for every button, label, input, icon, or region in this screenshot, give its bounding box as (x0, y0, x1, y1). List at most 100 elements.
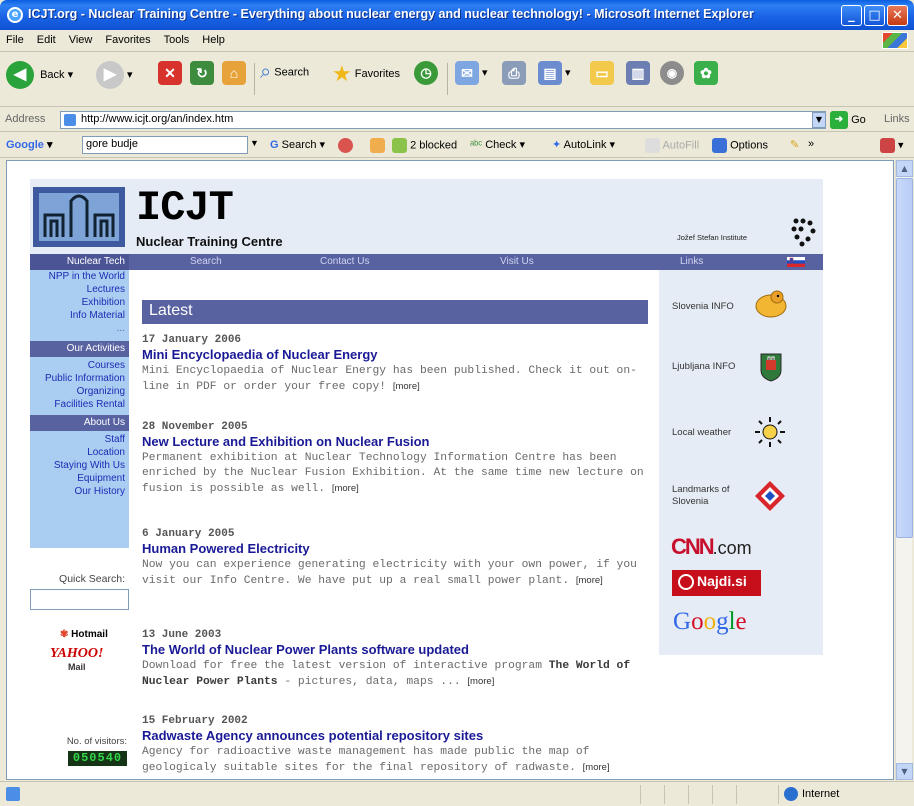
more-link[interactable]: [more] (583, 762, 610, 773)
sidebar-item-npp-world[interactable]: NPP in the World (49, 271, 125, 282)
scroll-thumb[interactable] (896, 178, 913, 538)
menu-view[interactable]: View (63, 30, 100, 46)
msn-butterfly-icon: ✾ (60, 629, 69, 640)
title-bar[interactable]: e ICJT.org - Nuclear Training Centre - E… (0, 0, 914, 30)
minimize-button[interactable]: _ (841, 5, 862, 26)
messenger-button[interactable]: ◉ (660, 61, 684, 99)
cnn-link[interactable]: CNN.com (671, 534, 752, 560)
menu-edit[interactable]: Edit (31, 30, 63, 46)
landmarks-icon[interactable] (754, 480, 786, 512)
hotmail-link[interactable]: ✾ Hotmail (60, 629, 108, 640)
options-button[interactable]: Options (712, 138, 768, 153)
folder-button[interactable]: ▭ (590, 61, 614, 99)
google-toolbar-menu[interactable]: Google ▾ (6, 138, 52, 151)
sidebar-item-staff[interactable]: Staff (105, 434, 125, 445)
more-link[interactable]: [more] (576, 575, 603, 586)
menu-help[interactable]: Help (196, 30, 232, 46)
more-link[interactable]: [more] (467, 676, 494, 687)
sidebar-section-about[interactable]: About Us (30, 415, 129, 431)
history-button[interactable]: ◷ (414, 61, 438, 99)
pagerank-icon[interactable] (338, 138, 353, 153)
institute-name[interactable]: Jožef Stefan Institute (677, 233, 747, 242)
nav-search[interactable]: Search (190, 256, 222, 267)
forward-button[interactable]: ▶ ▾ (96, 61, 133, 99)
close-button[interactable]: ✕ (887, 5, 908, 26)
local-weather-link[interactable]: Local weather (672, 427, 731, 438)
sidebar-item-exhibition[interactable]: Exhibition (82, 297, 125, 308)
sidebar-item-courses[interactable]: Courses (88, 360, 125, 371)
top-navigation: Nuclear Tech Search Contact Us Visit Us … (30, 254, 823, 270)
popup-blocker-button[interactable]: 2 blocked (392, 138, 457, 153)
home-button[interactable]: ⌂ (222, 61, 246, 99)
menu-file[interactable]: File (0, 30, 31, 46)
google-search-input[interactable]: gore budje (82, 136, 248, 154)
jsi-logo-icon[interactable] (788, 217, 818, 247)
slovenian-flag-icon[interactable] (787, 257, 805, 267)
sidebar-item-equipment[interactable]: Equipment (77, 473, 125, 484)
links-button[interactable]: Links (884, 113, 910, 125)
google-search-dropdown-icon[interactable]: ▼ (250, 138, 259, 148)
sidebar-item-facilities-rental[interactable]: Facilities Rental (54, 399, 125, 410)
quick-search-input[interactable] (30, 589, 129, 610)
favorites-button[interactable]: ★ Favorites (332, 61, 400, 99)
nav-visit-us[interactable]: Visit Us (500, 256, 534, 267)
news-title-link[interactable]: Mini Encyclopaedia of Nuclear Energy (142, 347, 652, 362)
slovenia-info-link[interactable]: Slovenia INFO (672, 301, 734, 312)
more-link[interactable]: [more] (393, 381, 420, 392)
maximize-button[interactable]: □ (864, 5, 885, 26)
msn-button[interactable]: ✿ (694, 61, 718, 99)
news-icon[interactable] (370, 138, 385, 153)
back-button[interactable]: ◀ Back ▾ (6, 61, 73, 99)
spellcheck-icon: ᵃᵇᶜ (470, 139, 483, 151)
menu-bar: File Edit View Favorites Tools Help (0, 30, 914, 52)
scroll-up-arrow-icon[interactable]: ▲ (896, 160, 913, 177)
najdi-link[interactable]: Najdi.si (672, 570, 761, 596)
refresh-button[interactable]: ↻ (190, 61, 214, 99)
vertical-scrollbar[interactable]: ▲ ▼ (895, 160, 913, 780)
spellcheck-button[interactable]: ᵃᵇᶜ Check ▾ (470, 138, 525, 151)
news-title-link[interactable]: The World of Nuclear Power Plants softwa… (142, 642, 652, 657)
sidebar-section-activities[interactable]: Our Activities (30, 341, 129, 357)
sidebar-item-public-information[interactable]: Public Information (45, 373, 125, 384)
news-title-link[interactable]: Human Powered Electricity (142, 541, 652, 556)
toolbar-extras-icon[interactable]: ▾ (880, 138, 904, 153)
google-link[interactable]: Google (673, 608, 747, 636)
address-dropdown-icon[interactable]: ▼ (812, 112, 826, 128)
landmarks-link[interactable]: Landmarks of Slovenia (672, 484, 742, 508)
edit-button[interactable]: ▤ ▾ (538, 61, 571, 99)
news-title-link[interactable]: Radwaste Agency announces potential repo… (142, 728, 652, 743)
search-button[interactable]: ⌕ Search (260, 61, 309, 99)
yahoo-mail-link[interactable]: YAHOO! Mail (50, 646, 103, 672)
nav-section-nuclear-tech[interactable]: Nuclear Tech (30, 254, 129, 270)
mail-button[interactable]: ✉ ▾ (455, 61, 488, 99)
sidebar-item-our-history[interactable]: Our History (74, 486, 125, 497)
scroll-down-arrow-icon[interactable]: ▼ (896, 763, 913, 780)
ljubljana-info-link[interactable]: Ljubljana INFO (672, 361, 735, 372)
sidebar-item-info-material[interactable]: Info Material (70, 310, 125, 321)
slovenia-info-icon[interactable] (753, 288, 789, 320)
news-title-link[interactable]: New Lecture and Exhibition on Nuclear Fu… (142, 434, 652, 449)
menu-favorites[interactable]: Favorites (99, 30, 157, 46)
autolink-button[interactable]: ✦ AutoLink ▾ (552, 138, 615, 151)
highlight-icon[interactable]: ✎ (790, 138, 799, 151)
more-link[interactable]: [more] (332, 483, 359, 494)
menu-tools[interactable]: Tools (158, 30, 197, 46)
icjt-logo[interactable] (33, 187, 125, 247)
print-button[interactable]: ⎙ (502, 61, 526, 99)
ljubljana-crest-icon[interactable] (759, 352, 783, 382)
sidebar-item-location[interactable]: Location (87, 447, 125, 458)
stop-button[interactable]: ✕ (158, 61, 182, 99)
go-button[interactable]: ➜ Go (830, 111, 866, 129)
weather-sun-icon[interactable] (753, 416, 787, 448)
sidebar-item-lectures[interactable]: Lectures (87, 284, 125, 295)
sidebar-item-staying-with-us[interactable]: Staying With Us (54, 460, 125, 471)
browser-viewport[interactable]: ICJT Nuclear Training Centre Jožef Stefa… (6, 160, 894, 780)
autofill-button[interactable]: AutoFill (645, 138, 699, 153)
nav-links[interactable]: Links (680, 256, 703, 267)
more-chevron-icon[interactable]: » (808, 138, 814, 150)
research-button[interactable]: ▥ (626, 61, 650, 99)
address-input[interactable]: http://www.icjt.org/an/index.htm (60, 111, 826, 129)
sidebar-item-organizing[interactable]: Organizing (77, 386, 125, 397)
google-search-button[interactable]: G Search ▾ (270, 138, 325, 151)
nav-contact-us[interactable]: Contact Us (320, 256, 369, 267)
